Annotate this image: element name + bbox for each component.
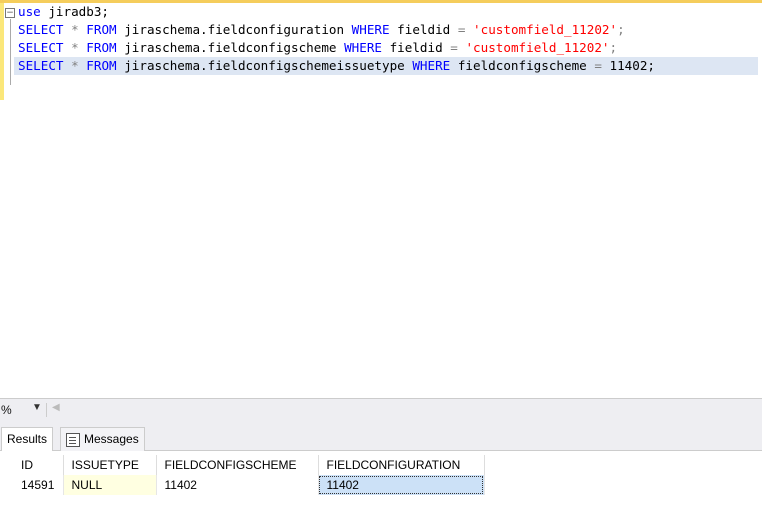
tab-results-label: Results <box>7 432 48 446</box>
column-header-fieldconfiguration[interactable]: FIELDCONFIGURATION <box>318 455 485 475</box>
zoom-dropdown-icon[interactable]: ▼ <box>32 402 42 413</box>
cell-id[interactable]: 14591 <box>13 475 64 495</box>
code-line-1[interactable]: use jiradb3; <box>18 3 109 21</box>
results-grid[interactable]: ID ISSUETYPE FIELDCONFIGSCHEME FIELDCONF… <box>0 451 762 518</box>
collapse-icon[interactable]: − <box>5 8 15 18</box>
editor-status-bar: % ▼ ◀ <box>0 398 762 421</box>
tab-results[interactable]: Results <box>1 427 54 451</box>
column-header-id[interactable]: ID <box>13 455 64 475</box>
changed-lines-marker <box>0 3 4 100</box>
cell-issuetype[interactable]: NULL <box>63 475 157 495</box>
tab-messages[interactable]: Messages <box>60 427 145 451</box>
code-line-2[interactable]: SELECT * FROM jiraschema.fieldconfigurat… <box>18 21 625 39</box>
column-header-issuetype[interactable]: ISSUETYPE <box>63 455 157 475</box>
fold-guide <box>10 19 11 85</box>
table-row: 14591 NULL 11402 11402 <box>13 475 485 495</box>
query-editor[interactable]: − use jiradb3; SELECT * FROM jiraschema.… <box>0 3 762 398</box>
cell-fieldconfiguration-selected[interactable]: 11402 <box>318 475 485 495</box>
table-header-row: ID ISSUETYPE FIELDCONFIGSCHEME FIELDCONF… <box>13 455 485 475</box>
zoom-level[interactable]: % <box>1 403 12 417</box>
results-table: ID ISSUETYPE FIELDCONFIGSCHEME FIELDCONF… <box>13 455 485 495</box>
code-line-4-selected[interactable]: SELECT * FROM jiraschema.fieldconfigsche… <box>14 57 758 75</box>
divider <box>46 403 47 417</box>
scroll-left-icon[interactable]: ◀ <box>52 402 60 413</box>
results-tabs: Results Messages <box>0 421 762 451</box>
messages-icon <box>66 432 80 447</box>
cell-fieldconfigscheme[interactable]: 11402 <box>156 475 319 495</box>
tab-messages-label: Messages <box>84 432 139 446</box>
column-header-fieldconfigscheme[interactable]: FIELDCONFIGSCHEME <box>156 455 319 475</box>
code-line-3[interactable]: SELECT * FROM jiraschema.fieldconfigsche… <box>18 39 617 57</box>
